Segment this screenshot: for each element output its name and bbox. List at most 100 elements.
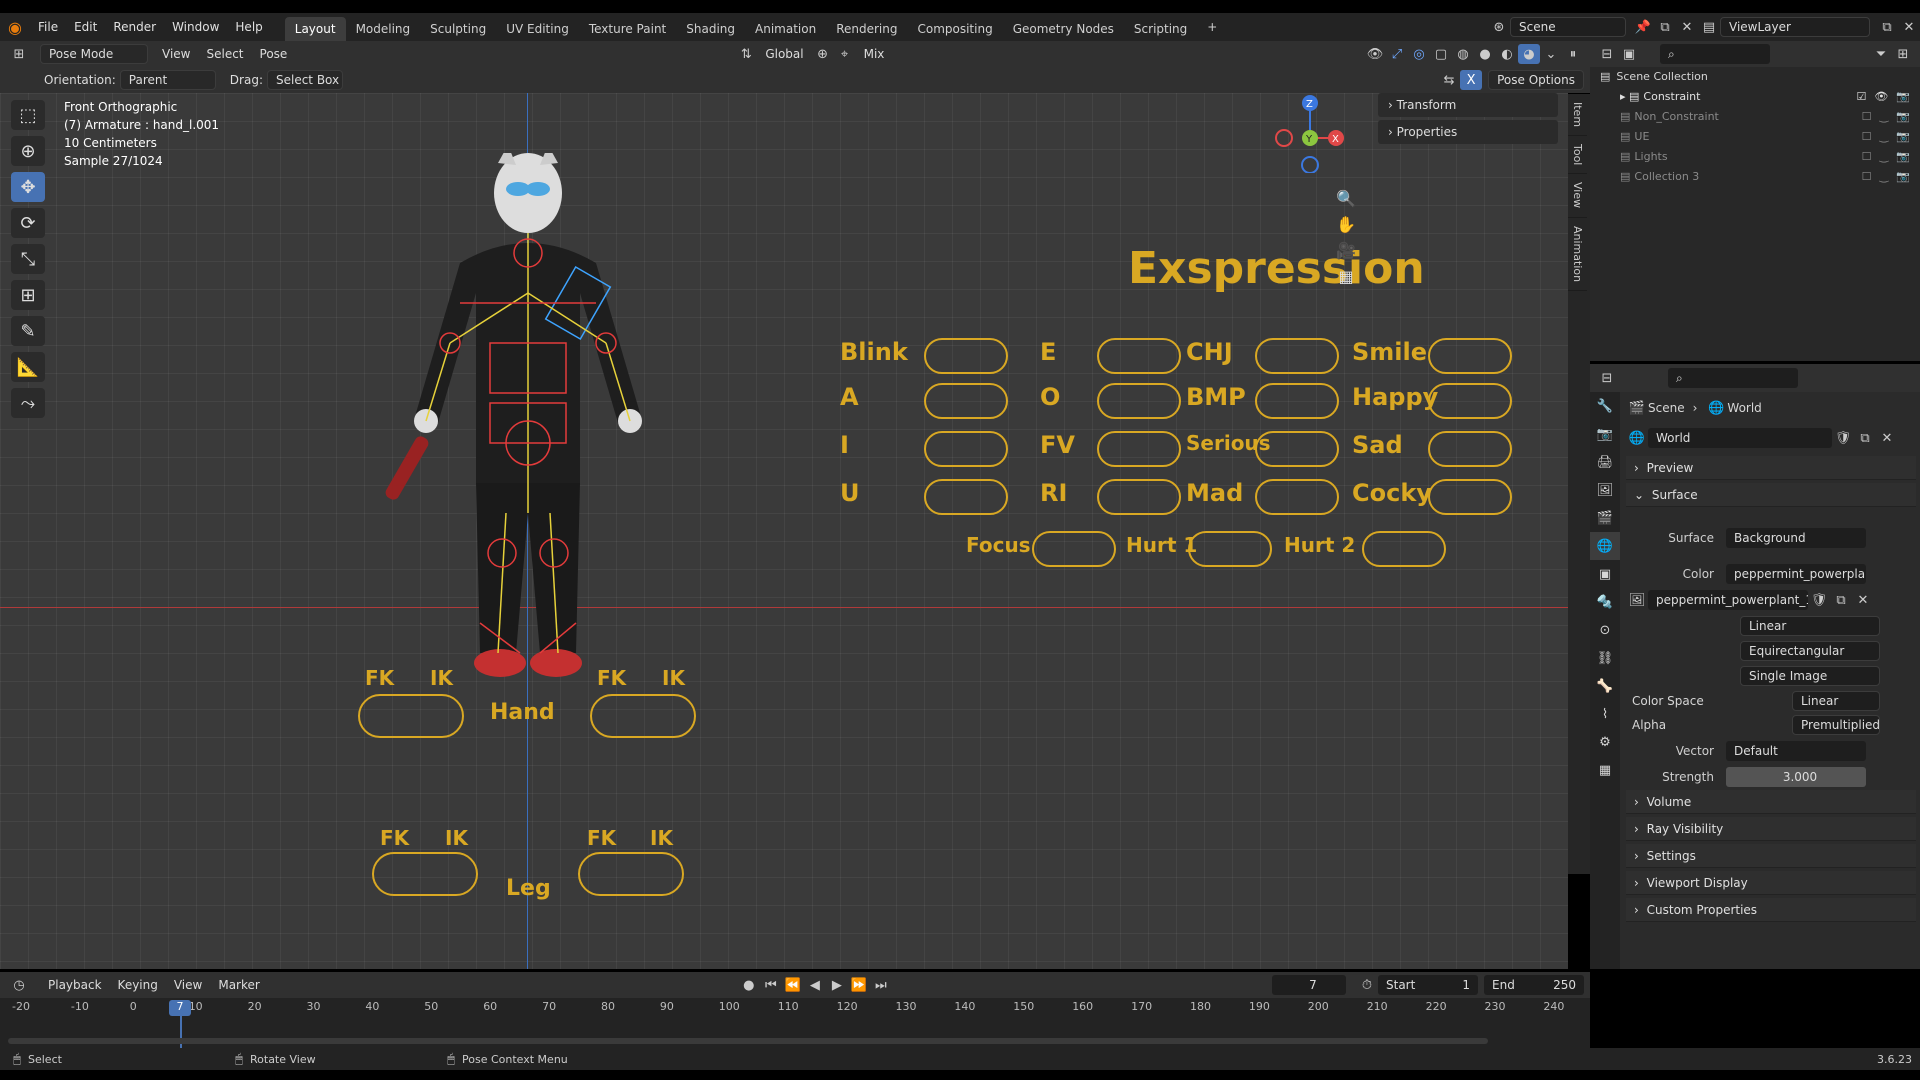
panel-viewport-display[interactable]: › Viewport Display <box>1626 871 1916 895</box>
x-mirror-toggle[interactable]: X <box>1460 70 1483 90</box>
viewlayer-selector[interactable]: ViewLayer <box>1720 17 1870 37</box>
npanel-properties-section[interactable]: › Properties <box>1378 120 1558 144</box>
camera-icon[interactable]: 🎥 <box>1333 237 1359 263</box>
outliner-item-collection-3[interactable]: ▤ Collection 3 ☐ ‿ 📷 <box>1600 167 1910 187</box>
surface-shader-field[interactable]: Background <box>1726 528 1866 548</box>
pin-icon[interactable]: 📌 <box>1632 17 1654 37</box>
expression-slider-i[interactable] <box>924 431 1008 467</box>
overlay-icon[interactable]: ◎ <box>1408 44 1430 64</box>
expression-slider-hurt-2[interactable] <box>1362 531 1446 567</box>
tab-sculpting[interactable]: Sculpting <box>420 17 496 41</box>
render-camera-icon[interactable]: 📷 <box>1896 107 1910 127</box>
menu-render[interactable]: Render <box>105 13 164 41</box>
panel-custom-properties[interactable]: › Custom Properties <box>1626 898 1916 922</box>
visibility-eye-icon[interactable]: ‿ <box>1879 127 1888 147</box>
expression-slider-fv[interactable] <box>1097 431 1181 467</box>
outliner-item-ue[interactable]: ▤ UE ☐ ‿ 📷 <box>1600 127 1910 147</box>
scale-tool-icon[interactable]: ⤡ <box>11 244 45 274</box>
orientation-selector[interactable]: Parent <box>119 70 216 90</box>
render-camera-icon[interactable]: 📷 <box>1896 127 1910 147</box>
bone-size-tool-icon[interactable]: ⤳ <box>11 388 45 418</box>
wireframe-shading-icon[interactable]: ◍ <box>1452 44 1474 64</box>
exclude-checkbox-icon[interactable]: ☐ <box>1862 107 1872 127</box>
blender-logo-icon[interactable]: ◉ <box>0 13 30 41</box>
transform-orientation-icon[interactable]: ⇅ <box>735 44 757 64</box>
xray-icon[interactable]: ▢ <box>1430 44 1452 64</box>
hand-right-switch[interactable] <box>590 694 696 738</box>
interpolation-selector[interactable]: Linear <box>1740 616 1880 636</box>
cursor-tool-icon[interactable]: ⊕ <box>11 136 45 166</box>
end-frame-field[interactable]: End 250 <box>1484 975 1584 995</box>
physics-tab-icon[interactable]: ⊙ <box>1590 616 1620 644</box>
timeline-scrollbar[interactable] <box>8 1038 1488 1044</box>
image-fake-user-icon[interactable]: 🛡 <box>1808 590 1830 610</box>
world-tab-icon[interactable]: 🌐 <box>1590 532 1620 560</box>
visibility-eye-icon[interactable]: ‿ <box>1879 147 1888 167</box>
tab-shading[interactable]: Shading <box>676 17 745 41</box>
scene-tab-icon[interactable]: 🎬 <box>1590 504 1620 532</box>
viewlayer-icon[interactable]: ▤ <box>1698 17 1720 37</box>
output-tab-icon[interactable]: 🖨 <box>1590 448 1620 476</box>
expression-slider-blink[interactable] <box>924 338 1008 374</box>
unlink-world-icon[interactable]: ✕ <box>1876 428 1898 448</box>
render-camera-icon[interactable]: 📷 <box>1896 147 1910 167</box>
duplicate-world-icon[interactable]: ⧉ <box>1854 428 1876 448</box>
new-collection-icon[interactable]: ⊞ <box>1892 44 1914 64</box>
new-scene-icon[interactable]: ⧉ <box>1654 17 1676 37</box>
expression-slider-o[interactable] <box>1097 383 1181 419</box>
outliner-scene-collection[interactable]: ▤ Scene Collection <box>1600 67 1910 87</box>
next-keyframe-icon[interactable]: ⏩ <box>848 975 870 995</box>
play-icon[interactable]: ▶ <box>826 975 848 995</box>
transform-tool-icon[interactable]: ⊞ <box>11 280 45 310</box>
expression-slider-happy[interactable] <box>1428 383 1512 419</box>
navigation-gizmo[interactable]: Z Y X <box>1270 93 1350 173</box>
snap-icon[interactable]: ⌖ <box>834 44 856 64</box>
tab-rendering[interactable]: Rendering <box>826 17 907 41</box>
exclude-checkbox-icon[interactable]: ☑ <box>1856 87 1866 107</box>
image-new-icon[interactable]: ⧉ <box>1830 590 1852 610</box>
breadcrumb-scene[interactable]: Scene <box>1648 401 1685 415</box>
npanel-transform-section[interactable]: › Transform <box>1378 93 1558 117</box>
panel-settings[interactable]: › Settings <box>1626 844 1916 868</box>
delete-viewlayer-icon[interactable]: ✕ <box>1898 17 1920 37</box>
world-name-field[interactable]: World <box>1648 428 1832 448</box>
pivot-icon[interactable]: ⊕ <box>812 44 834 64</box>
modifiers-tab-icon[interactable]: 🔩 <box>1590 588 1620 616</box>
prev-keyframe-icon[interactable]: ⏪ <box>782 975 804 995</box>
expression-slider-a[interactable] <box>924 383 1008 419</box>
tab-layout[interactable]: Layout <box>284 17 346 41</box>
scene-selector[interactable]: Scene <box>1510 17 1626 37</box>
transform-orientation-selector[interactable]: Global <box>757 44 811 64</box>
hand-left-switch[interactable] <box>358 694 464 738</box>
sidebar-tab-view[interactable]: View <box>1568 174 1587 218</box>
add-workspace-button[interactable]: + <box>1197 15 1227 39</box>
move-tool-icon[interactable]: ✥ <box>11 172 45 202</box>
panel-volume[interactable]: › Volume <box>1626 790 1916 814</box>
rotate-tool-icon[interactable]: ⟳ <box>11 208 45 238</box>
pause-render-icon[interactable]: ⏸ <box>1562 44 1584 64</box>
outliner-item-constraint[interactable]: ▸ ▤ Constraint ☑ 👁 📷 <box>1600 87 1910 107</box>
editor-type-icon[interactable]: ⊞ <box>8 44 30 64</box>
expression-slider-mad[interactable] <box>1255 479 1339 515</box>
sidebar-tab-animation[interactable]: Animation <box>1568 218 1587 291</box>
color-input-field[interactable]: peppermint_powerpla... <box>1726 564 1866 584</box>
properties-search-input[interactable]: ⌕ <box>1668 368 1798 388</box>
annotate-tool-icon[interactable]: ✎ <box>11 316 45 346</box>
visibility-eye-icon[interactable]: 👁 <box>1874 87 1888 107</box>
colorspace-selector[interactable]: Linear <box>1792 691 1880 711</box>
viewport-menu-pose[interactable]: Pose <box>252 44 296 64</box>
scene-icon[interactable]: ⊛ <box>1488 17 1510 37</box>
panel-preview[interactable]: › Preview <box>1626 456 1916 480</box>
data-tab-icon[interactable]: 🦴 <box>1590 672 1620 700</box>
source-selector[interactable]: Single Image <box>1740 666 1880 686</box>
expression-slider-ri[interactable] <box>1097 479 1181 515</box>
rendered-shading-icon[interactable]: ◕ <box>1518 44 1540 64</box>
sidebar-tab-item[interactable]: Item <box>1568 94 1587 137</box>
viewport-menu-view[interactable]: View <box>154 44 198 64</box>
tab-compositing[interactable]: Compositing <box>907 17 1002 41</box>
menu-file[interactable]: File <box>30 13 66 41</box>
projection-selector[interactable]: Equirectangular <box>1740 641 1880 661</box>
new-viewlayer-icon[interactable]: ⧉ <box>1876 17 1898 37</box>
texture-tab-icon[interactable]: ▦ <box>1590 756 1620 784</box>
menu-window[interactable]: Window <box>164 13 227 41</box>
